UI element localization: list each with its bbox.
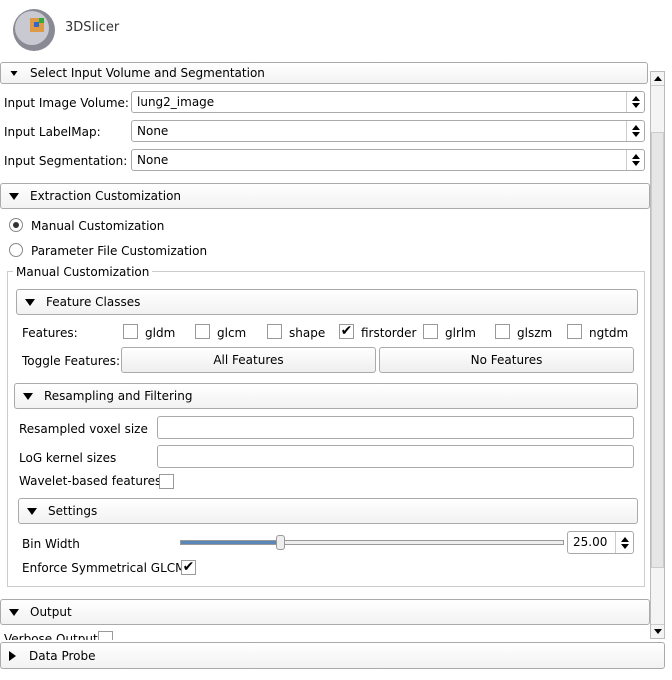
checkmark-icon: ✔ [182, 559, 195, 575]
spin-arrows-icon[interactable] [615, 532, 633, 553]
combo-value: None [137, 124, 169, 138]
feature-checkbox-firstorder[interactable]: ✔ [339, 324, 354, 339]
image-volume-label: Input Image Volume: [4, 96, 129, 110]
resampling-header[interactable]: Resampling and Filtering [14, 383, 638, 409]
slicer-logo-icon [13, 9, 55, 51]
feature-checkbox-glcm[interactable] [195, 324, 210, 339]
section-title: Settings [48, 504, 98, 518]
expand-arrow-icon [9, 650, 16, 661]
log-kernel-label: LoG kernel sizes [19, 451, 117, 465]
scrollbar-thumb[interactable] [651, 132, 664, 568]
parameter-file-radio[interactable] [9, 243, 23, 257]
feature-checkbox-ngtdm[interactable] [567, 324, 582, 339]
feature-checkbox-shape[interactable] [267, 324, 282, 339]
slicer-logo [8, 2, 64, 58]
manual-customization-label: Manual Customization [31, 219, 165, 233]
labelmap-label: Input LabelMap: [4, 125, 101, 139]
collapse-arrow-icon [27, 507, 37, 515]
settings-header[interactable]: Settings [18, 498, 638, 524]
section-title: Output [30, 605, 72, 619]
section-input-header[interactable]: Select Input Volume and Segmentation [0, 62, 648, 84]
feature-label: glcm [217, 326, 247, 340]
feature-checkbox-gldm[interactable] [123, 324, 138, 339]
feature-label: shape [289, 326, 326, 340]
collapse-arrow-icon [10, 70, 18, 76]
vertical-scrollbar[interactable] [650, 71, 665, 639]
section-title: Select Input Volume and Segmentation [30, 66, 265, 80]
glcm-label: Enforce Symmetrical GLCM [22, 561, 186, 575]
slider-handle[interactable] [275, 535, 285, 550]
toggle-features-label: Toggle Features: [22, 354, 121, 368]
feature-label: glrlm [445, 326, 476, 340]
image-volume-combo[interactable]: lung2_image [131, 91, 645, 113]
combo-value: None [137, 153, 169, 167]
parameter-file-label: Parameter File Customization [31, 244, 208, 258]
scroll-down-icon[interactable] [651, 624, 664, 638]
verbose-checkbox[interactable] [98, 631, 113, 640]
wavelet-checkbox[interactable] [159, 474, 174, 489]
log-kernel-input[interactable] [157, 445, 634, 468]
glcm-checkbox[interactable]: ✔ [181, 560, 196, 575]
collapse-arrow-icon [25, 298, 35, 306]
feature-checkbox-glrlm[interactable] [423, 324, 438, 339]
module-panel: Select Input Volume and Segmentation Inp… [0, 62, 650, 640]
features-label: Features: [22, 326, 78, 340]
feature-label: firstorder [361, 326, 417, 340]
wavelet-label: Wavelet-based features [19, 474, 162, 488]
scroll-up-icon[interactable] [651, 72, 664, 86]
segmentation-combo[interactable]: None [131, 149, 645, 171]
combo-arrows-icon [626, 92, 644, 112]
combo-arrows-icon [626, 150, 644, 170]
feature-label: gldm [145, 326, 176, 340]
verbose-output-label: Verbose Output [4, 632, 98, 640]
manual-customization-radio[interactable] [9, 218, 23, 232]
collapse-arrow-icon [9, 608, 19, 616]
bin-width-label: Bin Width [22, 537, 80, 551]
spinbox-value: 25.00 [573, 535, 608, 549]
segmentation-label: Input Segmentation: [4, 154, 128, 168]
section-title: Feature Classes [46, 295, 141, 309]
section-title: Resampling and Filtering [44, 389, 193, 403]
feature-classes-header[interactable]: Feature Classes [16, 289, 638, 315]
voxel-size-input[interactable] [157, 416, 634, 439]
collapse-arrow-icon [9, 192, 19, 200]
section-extraction-header[interactable]: Extraction Customization [0, 183, 650, 209]
all-features-button[interactable]: All Features [121, 347, 376, 373]
feature-label: glszm [517, 326, 553, 340]
combo-arrows-icon [626, 121, 644, 141]
no-features-button[interactable]: No Features [379, 347, 634, 373]
section-title: Data Probe [29, 648, 96, 663]
app-logo-text: 3DSlicer [65, 20, 120, 35]
checkmark-icon: ✔ [340, 323, 353, 339]
section-title: Extraction Customization [30, 189, 182, 203]
data-probe-header[interactable]: Data Probe [0, 642, 665, 669]
collapse-arrow-icon [23, 392, 33, 400]
feature-checkbox-glszm[interactable] [495, 324, 510, 339]
group-title: Manual Customization [13, 265, 153, 279]
labelmap-combo[interactable]: None [131, 120, 645, 142]
bin-width-spinbox[interactable]: 25.00 [567, 531, 634, 554]
feature-label: ngtdm [589, 326, 629, 340]
output-header[interactable]: Output [0, 599, 650, 625]
combo-value: lung2_image [137, 95, 215, 109]
voxel-size-label: Resampled voxel size [19, 422, 148, 436]
slider-fill [181, 541, 281, 544]
bin-width-slider[interactable] [180, 535, 564, 550]
